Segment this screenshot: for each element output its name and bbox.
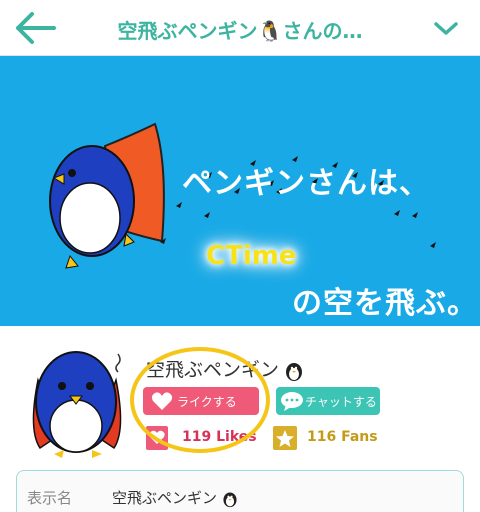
profile-banner[interactable]: ペンギンさんは、 CTime の空を飛ぶ。 xyxy=(0,56,480,326)
like-button-label: ライクする xyxy=(177,395,237,409)
chat-button-label: チャットする xyxy=(305,395,377,409)
banner-ctime-logo: CTime xyxy=(206,241,297,271)
penguin-icon xyxy=(283,360,305,382)
profile-name: 空飛ぶペンギン xyxy=(146,355,305,382)
display-name-value: 空飛ぶペンギン xyxy=(112,487,239,508)
banner-subline: の空を飛ぶ。 xyxy=(292,286,478,321)
chevron-down-icon xyxy=(434,22,458,35)
app-header: 空飛ぶペンギン🐧さんの… xyxy=(0,0,480,56)
heart-bookmark-icon xyxy=(146,426,168,450)
back-button[interactable] xyxy=(14,10,58,46)
page-title: 空飛ぶペンギン🐧さんの… xyxy=(117,19,363,43)
fans-count-text: 116 Fans xyxy=(307,429,378,445)
banner-headline: ペンギンさんは、 xyxy=(182,166,430,201)
avatar[interactable] xyxy=(18,340,136,460)
display-name-text: 空飛ぶペンギン xyxy=(112,489,218,507)
star-icon xyxy=(273,426,297,450)
chat-bubble-icon xyxy=(281,392,303,411)
heart-icon xyxy=(151,392,173,410)
profile-name-text: 空飛ぶペンギン xyxy=(146,359,280,381)
penguin-icon xyxy=(221,490,239,508)
arrow-left-icon xyxy=(16,12,56,44)
profile-info-card: 表示名 空飛ぶペンギン xyxy=(16,470,464,512)
display-name-label: 表示名 xyxy=(27,489,73,507)
likes-count-text: 119 Likes xyxy=(182,429,257,445)
menu-toggle-button[interactable] xyxy=(432,16,460,40)
chat-button[interactable]: チャットする xyxy=(276,387,380,415)
like-button[interactable]: ライクする xyxy=(143,387,259,415)
